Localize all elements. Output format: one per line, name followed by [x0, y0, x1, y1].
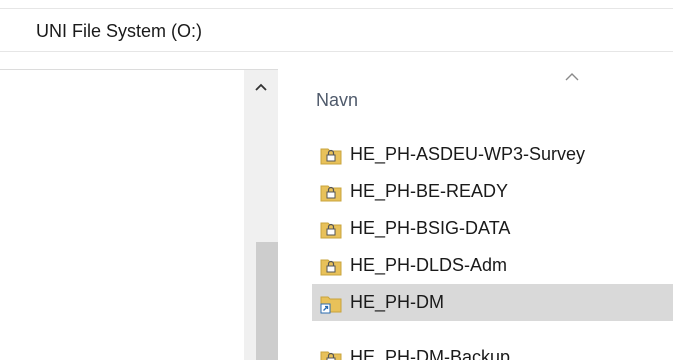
- file-row-selected[interactable]: HE_PH-DM: [312, 284, 673, 321]
- locked-folder-icon: [320, 148, 342, 165]
- file-name: HE_PH-DM: [350, 292, 445, 312]
- locked-folder-icon: [320, 351, 342, 360]
- file-name: HE_PH-BE-READY: [350, 181, 509, 201]
- shortcut-folder-icon: [320, 296, 342, 314]
- file-name: HE_PH-DM-Backup: [350, 347, 511, 360]
- scroll-up-button[interactable]: [244, 70, 278, 104]
- file-list: HE_PH-ASDEU-WP3-Survey HE_PH-BE-READY HE…: [312, 136, 673, 360]
- nav-pane-scrollbar[interactable]: [244, 70, 278, 360]
- scroll-thumb[interactable]: [256, 242, 278, 360]
- file-explorer-window: UNI File System (O:) Navn HE_PH-ASDEU-WP…: [0, 0, 673, 360]
- column-header-name[interactable]: Navn: [278, 70, 673, 124]
- address-bar[interactable]: UNI File System (O:): [0, 8, 673, 52]
- locked-folder-icon: [320, 259, 342, 276]
- address-path[interactable]: UNI File System (O:): [36, 21, 202, 42]
- locked-folder-icon: [320, 222, 342, 239]
- file-row[interactable]: HE_PH-BSIG-DATA: [312, 210, 673, 247]
- chevron-up-icon: [255, 83, 267, 91]
- file-row[interactable]: HE_PH-DM-Backup: [312, 321, 673, 360]
- file-row[interactable]: HE_PH-DLDS-Adm: [312, 247, 673, 284]
- column-header-label: Navn: [316, 90, 359, 110]
- locked-folder-icon: [320, 185, 342, 202]
- file-name: HE_PH-ASDEU-WP3-Survey: [350, 144, 586, 164]
- file-row[interactable]: HE_PH-BE-READY: [312, 173, 673, 210]
- file-name: HE_PH-DLDS-Adm: [350, 255, 508, 275]
- sort-ascending-icon: [565, 73, 579, 81]
- file-row[interactable]: HE_PH-ASDEU-WP3-Survey: [312, 136, 673, 173]
- file-name: HE_PH-BSIG-DATA: [350, 218, 511, 238]
- nav-pane-divider: [0, 69, 278, 70]
